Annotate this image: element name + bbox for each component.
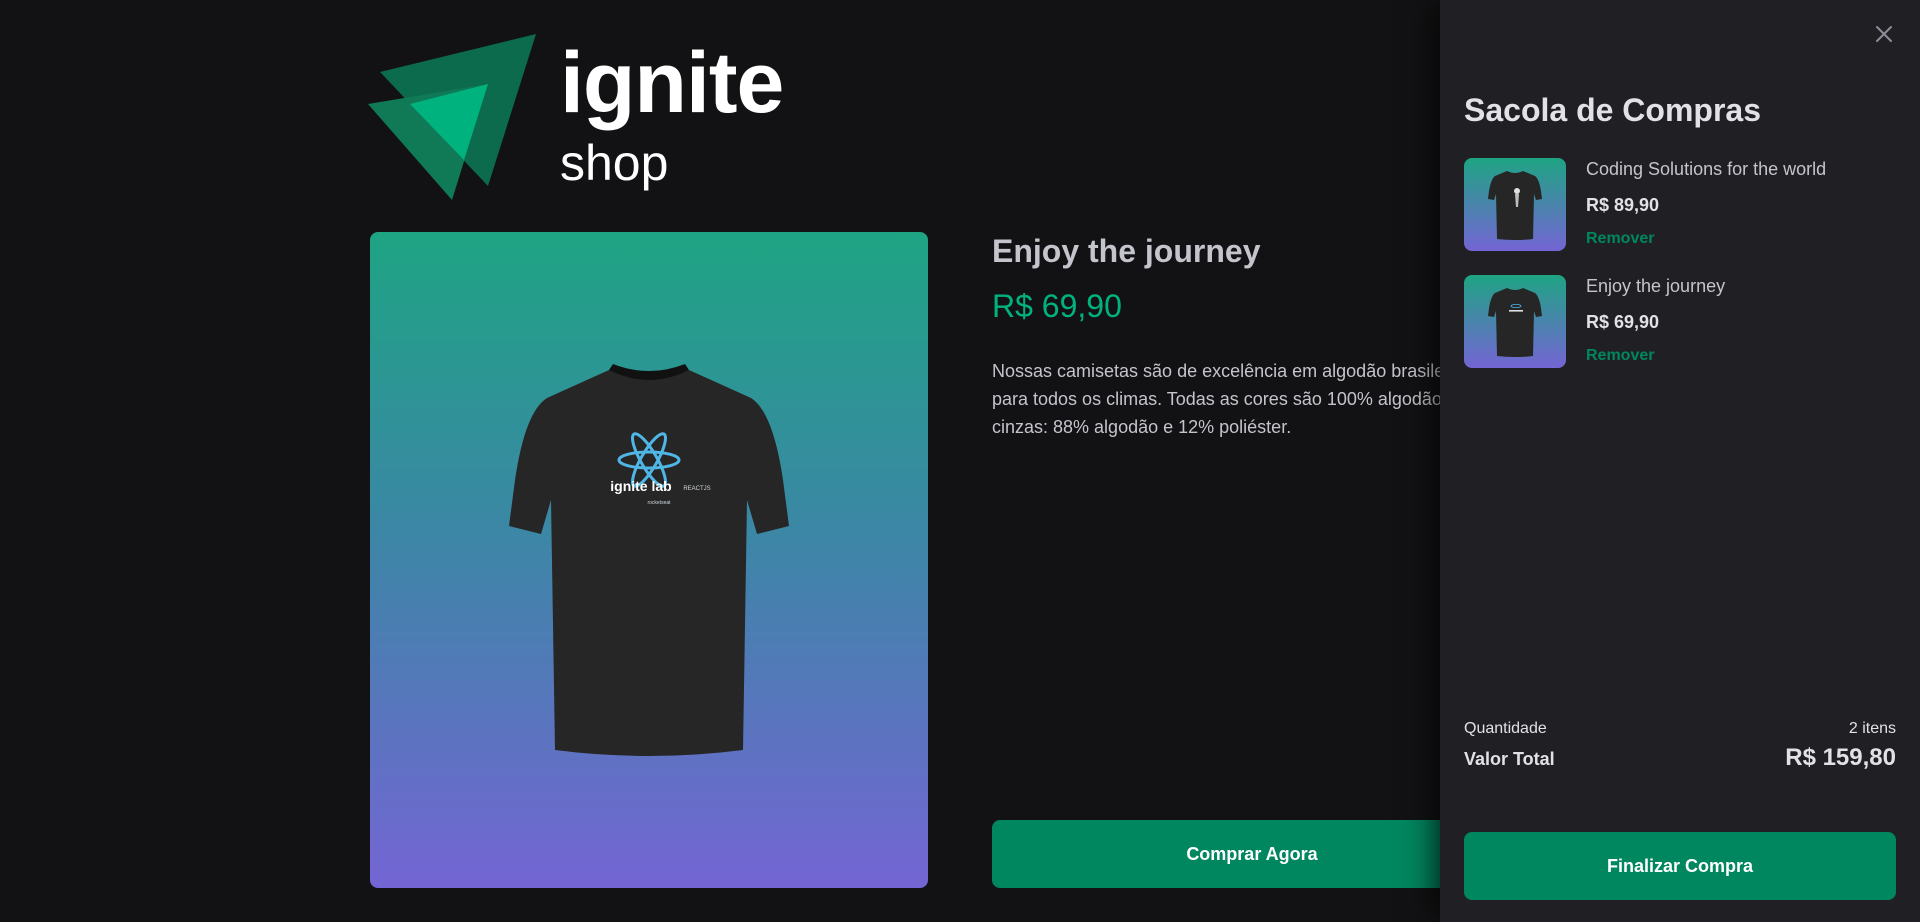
total-value: R$ 159,80	[1785, 744, 1896, 771]
shirt-print-tag: REACTJS	[683, 486, 710, 492]
cart-drawer: Sacola de Compras Coding Solutions for t…	[1440, 0, 1920, 922]
cart-item-price: R$ 69,90	[1586, 312, 1660, 332]
ignite-shop-logo[interactable]: ignite shop	[368, 34, 788, 204]
shirt-print-small: rocketseat	[647, 500, 671, 506]
summary-total-row: Valor Total R$ 159,80	[1464, 744, 1896, 772]
close-icon[interactable]	[1872, 22, 1896, 46]
tshirt-thumbnail-icon	[1488, 287, 1542, 357]
product-price: R$ 69,90	[992, 288, 1122, 324]
cart-title: Sacola de Compras	[1464, 92, 1761, 128]
cart-item-image	[1464, 275, 1566, 368]
cart-item-price: R$ 89,90	[1586, 195, 1660, 215]
cart-item: Coding Solutions for the world R$ 89,90 …	[1464, 158, 1896, 252]
cart-items-list: Coding Solutions for the world R$ 89,90 …	[1464, 158, 1896, 392]
tshirt-image: ignite lab REACTJS rocketseat	[509, 364, 789, 756]
checkout-button[interactable]: Finalizar Compra	[1464, 832, 1896, 900]
cart-item-name: Coding Solutions for the world	[1586, 159, 1827, 179]
buy-now-button[interactable]: Comprar Agora	[992, 820, 1512, 888]
tshirt-thumbnail-icon	[1488, 170, 1542, 240]
logo-triangle-icon	[368, 34, 536, 200]
remove-item-button[interactable]: Remover	[1586, 347, 1725, 365]
total-label: Valor Total	[1464, 749, 1555, 769]
cart-item-info: Coding Solutions for the world R$ 89,90 …	[1586, 158, 1826, 252]
product-description-line: para todos os climas. Todas as cores são…	[992, 389, 1442, 409]
quantity-label: Quantidade	[1464, 720, 1547, 737]
logo-subtitle: shop	[560, 135, 669, 191]
remove-item-button[interactable]: Remover	[1586, 230, 1826, 248]
product-description-line: cinzas: 88% algodão e 12% poliéster.	[992, 417, 1292, 437]
product-description-line: Nossas camisetas são de excelência em al…	[992, 361, 1442, 381]
quantity-value: 2 itens	[1848, 720, 1896, 737]
summary-quantity-row: Quantidade 2 itens	[1464, 720, 1896, 738]
cart-item-info: Enjoy the journey R$ 69,90 Remover	[1586, 275, 1725, 369]
cart-summary: Quantidade 2 itens Valor Total R$ 159,80	[1464, 720, 1896, 772]
cart-item-image	[1464, 158, 1566, 251]
cart-item-name: Enjoy the journey	[1586, 276, 1726, 296]
cart-item: Enjoy the journey R$ 69,90 Remover	[1464, 275, 1896, 369]
shirt-print-brand: ignite lab	[610, 478, 671, 494]
product-details: Enjoy the journey R$ 69,90 Nossas camise…	[992, 232, 1512, 888]
product-description: Nossas camisetas são de excelência em al…	[992, 357, 1442, 441]
product-title: Enjoy the journey	[992, 233, 1261, 269]
logo-word: ignite	[560, 35, 784, 131]
product-image: ignite lab REACTJS rocketseat	[370, 232, 928, 888]
